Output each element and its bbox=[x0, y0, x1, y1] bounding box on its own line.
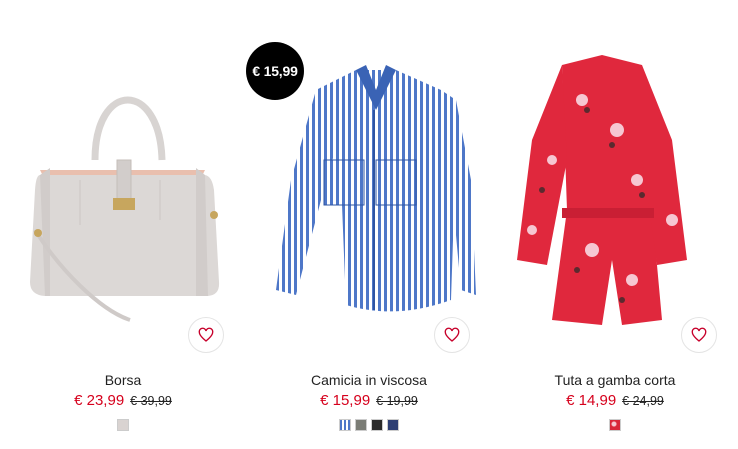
color-swatch[interactable] bbox=[387, 419, 399, 431]
product-title[interactable]: Borsa bbox=[0, 372, 246, 388]
color-swatch[interactable] bbox=[371, 419, 383, 431]
heart-outline-icon bbox=[691, 327, 707, 342]
product-card-borsa[interactable]: Borsa € 23,99 € 39,99 bbox=[0, 0, 246, 449]
price-badge: € 15,99 bbox=[246, 42, 304, 100]
product-card-camicia[interactable]: € 15,99 Camicia in viscosa € 15,99 € 19,9… bbox=[246, 0, 492, 449]
color-swatches bbox=[492, 419, 738, 431]
product-card-tuta[interactable]: Tuta a gamba corta € 14,99 € 24,99 bbox=[492, 0, 738, 449]
sale-price: € 14,99 bbox=[566, 392, 617, 409]
sale-price: € 15,99 bbox=[320, 392, 371, 409]
product-title[interactable]: Camicia in viscosa bbox=[246, 372, 492, 388]
color-swatches bbox=[246, 419, 492, 431]
heart-outline-icon bbox=[444, 327, 460, 342]
heart-outline-icon bbox=[198, 327, 214, 342]
old-price: € 19,99 bbox=[376, 394, 418, 408]
old-price: € 24,99 bbox=[622, 394, 664, 408]
product-image-borsa[interactable] bbox=[0, 20, 246, 350]
old-price: € 39,99 bbox=[130, 394, 172, 408]
color-swatch[interactable] bbox=[117, 419, 129, 431]
price-row: € 15,99 € 19,99 bbox=[246, 392, 492, 409]
favorite-button[interactable] bbox=[188, 317, 224, 353]
color-swatch[interactable] bbox=[355, 419, 367, 431]
favorite-button[interactable] bbox=[681, 317, 717, 353]
color-swatches bbox=[0, 419, 246, 431]
product-image-tuta[interactable] bbox=[492, 20, 738, 350]
sale-price: € 23,99 bbox=[74, 392, 125, 409]
color-swatch[interactable] bbox=[339, 419, 351, 431]
product-title[interactable]: Tuta a gamba corta bbox=[492, 372, 738, 388]
price-row: € 23,99 € 39,99 bbox=[0, 392, 246, 409]
favorite-button[interactable] bbox=[434, 317, 470, 353]
color-swatch[interactable] bbox=[609, 419, 621, 431]
price-row: € 14,99 € 24,99 bbox=[492, 392, 738, 409]
